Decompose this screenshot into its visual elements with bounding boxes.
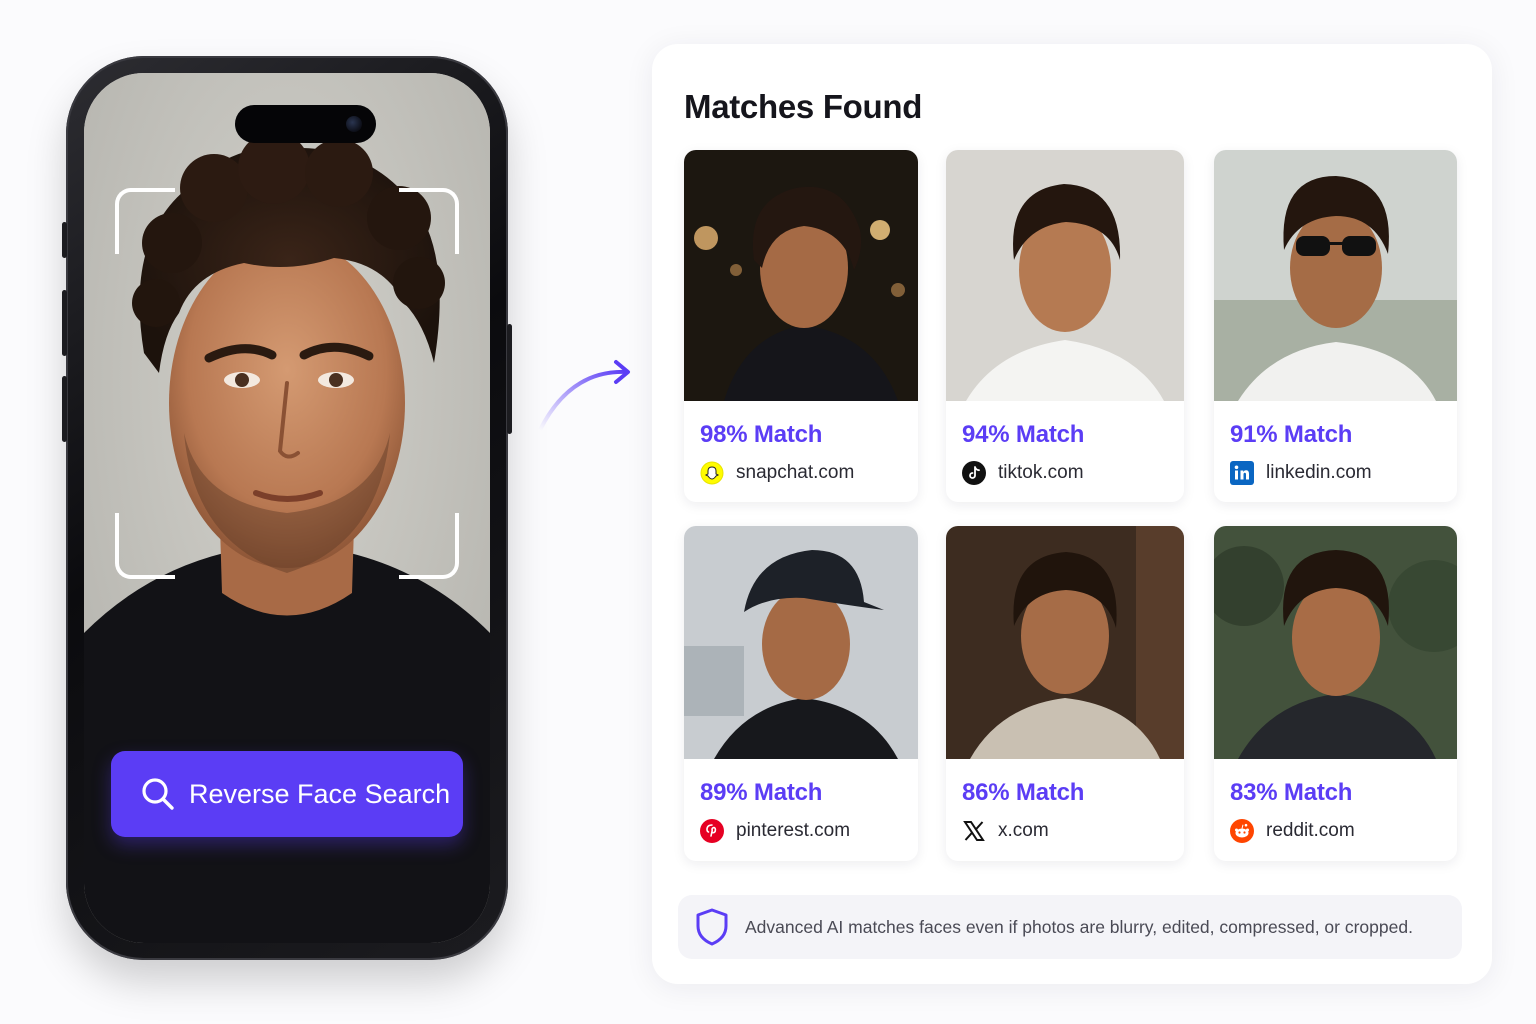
match-photo <box>684 526 918 759</box>
linkedin-icon <box>1230 461 1254 485</box>
source-domain: tiktok.com <box>998 462 1084 483</box>
match-photo <box>1214 150 1457 401</box>
phone-volume-up-button <box>62 290 67 356</box>
match-photo <box>946 526 1184 759</box>
snapchat-icon <box>700 461 724 485</box>
tiktok-icon <box>962 461 986 485</box>
reddit-icon <box>1230 819 1254 843</box>
curved-arrow-icon <box>538 360 630 432</box>
search-icon <box>141 777 175 811</box>
match-photo <box>1214 526 1457 759</box>
front-camera-icon <box>346 116 362 132</box>
results-panel: Matches Found 98% Match snapchat.com 94%… <box>652 44 1492 984</box>
phone-volume-down-button <box>62 376 67 442</box>
match-percentage: 89% Match <box>700 779 823 806</box>
match-photo <box>946 150 1184 401</box>
match-card-reddit[interactable]: 83% Match reddit.com <box>1214 526 1457 861</box>
shield-icon <box>696 908 728 946</box>
ai-notice-banner: Advanced AI matches faces even if photos… <box>678 895 1462 959</box>
match-card-linkedin[interactable]: 91% Match linkedin.com <box>1214 150 1457 502</box>
pinterest-icon <box>700 819 724 843</box>
match-percentage: 94% Match <box>962 421 1085 448</box>
results-title: Matches Found <box>684 88 923 125</box>
match-percentage: 83% Match <box>1230 779 1353 806</box>
source-domain: x.com <box>998 820 1049 841</box>
source-domain: linkedin.com <box>1266 462 1372 483</box>
match-percentage: 91% Match <box>1230 421 1353 448</box>
phone-screen: Reverse Face Search <box>84 73 490 943</box>
dynamic-island <box>235 105 376 143</box>
face-frame-corner-top-right <box>399 188 459 254</box>
source-domain: snapchat.com <box>736 462 855 483</box>
match-photo <box>684 150 918 401</box>
source-domain: reddit.com <box>1266 820 1355 841</box>
match-card-snapchat[interactable]: 98% Match snapchat.com <box>684 150 918 502</box>
phone-action-button <box>62 222 67 258</box>
face-frame-corner-top-left <box>115 188 175 254</box>
match-card-x[interactable]: 86% Match x.com <box>946 526 1184 861</box>
ai-notice-text: Advanced AI matches faces even if photos… <box>745 916 1413 937</box>
match-percentage: 98% Match <box>700 421 823 448</box>
match-card-pinterest[interactable]: 89% Match pinterest.com <box>684 526 918 861</box>
match-card-tiktok[interactable]: 94% Match tiktok.com <box>946 150 1184 502</box>
face-frame-corner-bottom-left <box>115 513 175 579</box>
x-icon <box>963 821 985 841</box>
reverse-face-search-label: Reverse Face Search <box>189 778 451 809</box>
phone-power-button <box>507 324 512 434</box>
phone-mockup: Reverse Face Search <box>62 56 512 960</box>
face-frame-corner-bottom-right <box>399 513 459 579</box>
match-percentage: 86% Match <box>962 779 1085 806</box>
source-domain: pinterest.com <box>736 820 851 841</box>
reverse-face-search-button[interactable]: Reverse Face Search <box>111 751 463 837</box>
